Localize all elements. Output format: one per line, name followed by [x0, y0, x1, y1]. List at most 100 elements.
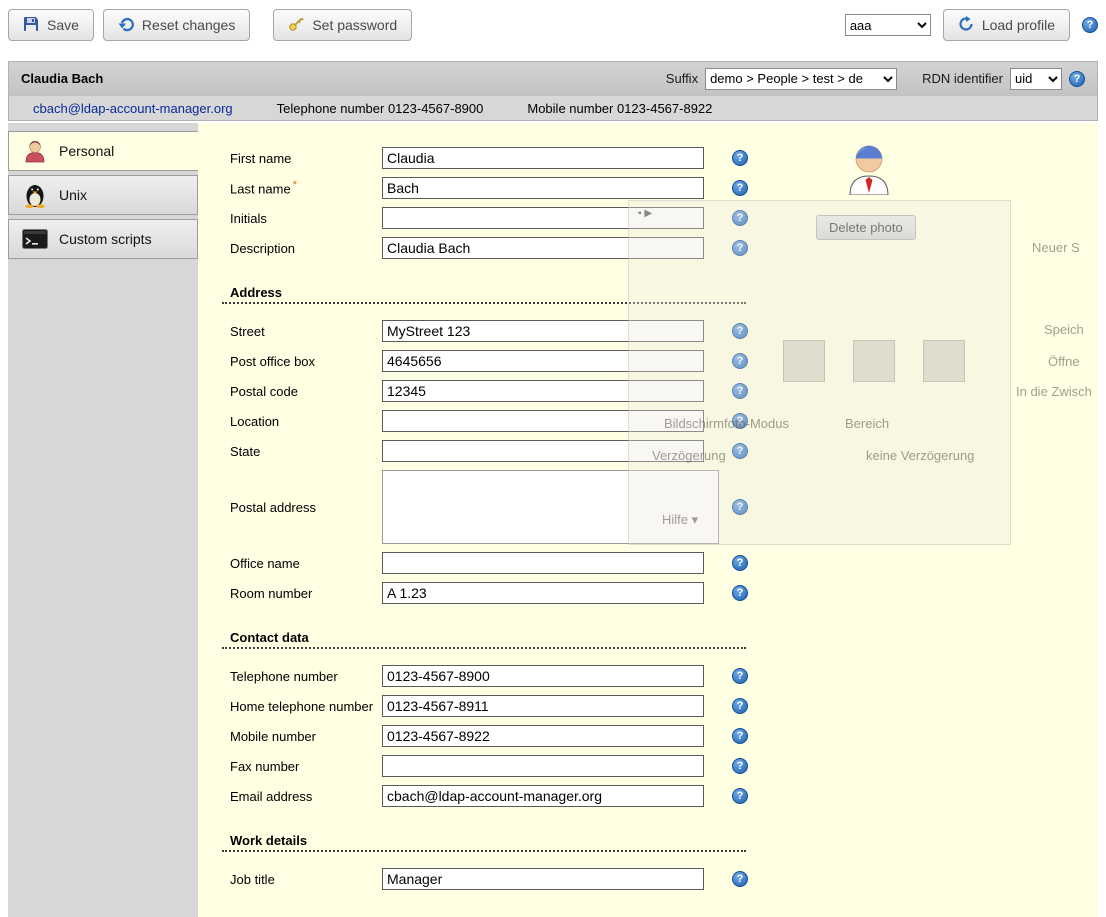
field-label: Room number — [230, 586, 382, 601]
save-button[interactable]: Save — [8, 9, 94, 41]
field-label: Street — [230, 324, 382, 339]
form-row: Office name ? — [198, 552, 1098, 574]
help-icon[interactable]: ? — [732, 788, 748, 804]
tab-custom-scripts-label: Custom scripts — [59, 231, 152, 247]
titlebar-summary-row: cbach@ldap-account-manager.org Telephone… — [9, 95, 1097, 120]
form-row: Home telephone number ? — [198, 695, 1098, 717]
form-row: Room number ? — [198, 582, 1098, 604]
save-floppy-icon — [23, 16, 39, 35]
help-icon[interactable]: ? — [732, 323, 748, 339]
user-photo — [845, 137, 893, 198]
help-icon[interactable]: ? — [732, 180, 748, 196]
tab-personal-label: Personal — [59, 143, 114, 159]
account-titlebar: Claudia Bach Suffix demo > People > test… — [8, 61, 1098, 121]
profile-select[interactable]: aaa — [845, 14, 931, 36]
help-icon[interactable]: ? — [732, 585, 748, 601]
form-row: Telephone number ? — [198, 665, 1098, 687]
first-name-input[interactable] — [382, 147, 704, 169]
field-label: Postal code — [230, 384, 382, 399]
help-icon[interactable]: ? — [732, 353, 748, 369]
module-sidebar: Personal Unix — [8, 123, 198, 917]
set-password-button[interactable]: Set password — [273, 9, 412, 41]
email-address-input[interactable] — [382, 785, 704, 807]
help-icon[interactable]: ? — [1082, 17, 1098, 33]
post-office-box-input[interactable] — [382, 350, 704, 372]
help-icon[interactable]: ? — [732, 210, 748, 226]
field-label: Home telephone number — [230, 699, 382, 714]
help-icon[interactable]: ? — [732, 240, 748, 256]
room-number-input[interactable] — [382, 582, 704, 604]
postal-address-textarea[interactable] — [382, 470, 719, 544]
initials-input[interactable] — [382, 207, 704, 229]
street-input[interactable] — [382, 320, 704, 342]
undo-arrow-icon — [118, 16, 134, 35]
form-row: Location ? — [198, 410, 1098, 432]
help-icon[interactable]: ? — [732, 871, 748, 887]
tab-unix-label: Unix — [59, 187, 87, 203]
tab-custom-scripts[interactable]: Custom scripts — [8, 219, 198, 259]
field-label: Mobile number — [230, 729, 382, 744]
personal-form: First name ? Last name* ? Initials ? Des… — [198, 123, 1098, 917]
location-input[interactable] — [382, 410, 704, 432]
help-icon[interactable]: ? — [732, 668, 748, 684]
field-label: Post office box — [230, 354, 382, 369]
form-row: Post office box ? — [198, 350, 1098, 372]
form-row: First name ? — [198, 147, 1098, 169]
reset-changes-button[interactable]: Reset changes — [103, 9, 250, 41]
page-title: Claudia Bach — [21, 71, 103, 86]
help-icon[interactable]: ? — [732, 150, 748, 166]
key-icon — [288, 16, 304, 35]
state-input[interactable] — [382, 440, 704, 462]
field-label: First name — [230, 151, 382, 166]
help-icon[interactable]: ? — [732, 443, 748, 459]
account-email-link[interactable]: cbach@ldap-account-manager.org — [33, 101, 233, 116]
section-header-address: Address — [222, 285, 746, 304]
description-input[interactable] — [382, 237, 704, 259]
last-name-input[interactable] — [382, 177, 704, 199]
mobile-number-input[interactable] — [382, 725, 704, 747]
form-row: Email address ? — [198, 785, 1098, 807]
help-icon[interactable]: ? — [732, 383, 748, 399]
delete-photo-button[interactable]: Delete photo — [816, 215, 916, 240]
form-row: Fax number ? — [198, 755, 1098, 777]
job-title-input[interactable] — [382, 868, 704, 890]
section-header-contact-data: Contact data — [222, 630, 746, 649]
help-icon[interactable]: ? — [732, 555, 748, 571]
summary-mobile: Mobile number 0123-4567-8922 — [527, 101, 712, 116]
form-row: Job title ? — [198, 868, 1098, 890]
field-label: Initials — [230, 211, 382, 226]
field-label: Postal address — [230, 500, 382, 515]
field-label: State — [230, 444, 382, 459]
help-icon[interactable]: ? — [732, 499, 748, 515]
help-icon[interactable]: ? — [732, 698, 748, 714]
load-profile-button[interactable]: Load profile — [943, 9, 1070, 41]
telephone-number-input[interactable] — [382, 665, 704, 687]
suffix-select[interactable]: demo > People > test > de — [705, 68, 897, 90]
fax-number-input[interactable] — [382, 755, 704, 777]
help-icon[interactable]: ? — [732, 758, 748, 774]
save-button-label: Save — [47, 17, 79, 33]
refresh-icon — [958, 16, 974, 35]
titlebar-controls: Suffix demo > People > test > de RDN ide… — [666, 68, 1085, 90]
section-header-work-details: Work details — [222, 833, 746, 852]
titlebar-top-row: Claudia Bach Suffix demo > People > test… — [9, 62, 1097, 95]
tab-personal[interactable]: Personal — [8, 131, 198, 171]
form-row: Postal address ? — [198, 470, 1098, 544]
field-label: Office name — [230, 556, 382, 571]
home-telephone-input[interactable] — [382, 695, 704, 717]
suffix-label: Suffix — [666, 71, 698, 86]
field-label: Job title — [230, 872, 382, 887]
help-icon[interactable]: ? — [1069, 71, 1085, 87]
help-icon[interactable]: ? — [732, 728, 748, 744]
rdn-select[interactable]: uid — [1010, 68, 1062, 90]
form-row: State ? — [198, 440, 1098, 462]
form-row: Initials ? — [198, 207, 1098, 229]
help-icon[interactable]: ? — [732, 413, 748, 429]
rdn-identifier-label: RDN identifier — [922, 71, 1003, 86]
form-row: Postal code ? — [198, 380, 1098, 402]
summary-telephone: Telephone number 0123-4567-8900 — [277, 101, 484, 116]
postal-code-input[interactable] — [382, 380, 704, 402]
required-marker: * — [293, 179, 297, 191]
tab-unix[interactable]: Unix — [8, 175, 198, 215]
office-name-input[interactable] — [382, 552, 704, 574]
